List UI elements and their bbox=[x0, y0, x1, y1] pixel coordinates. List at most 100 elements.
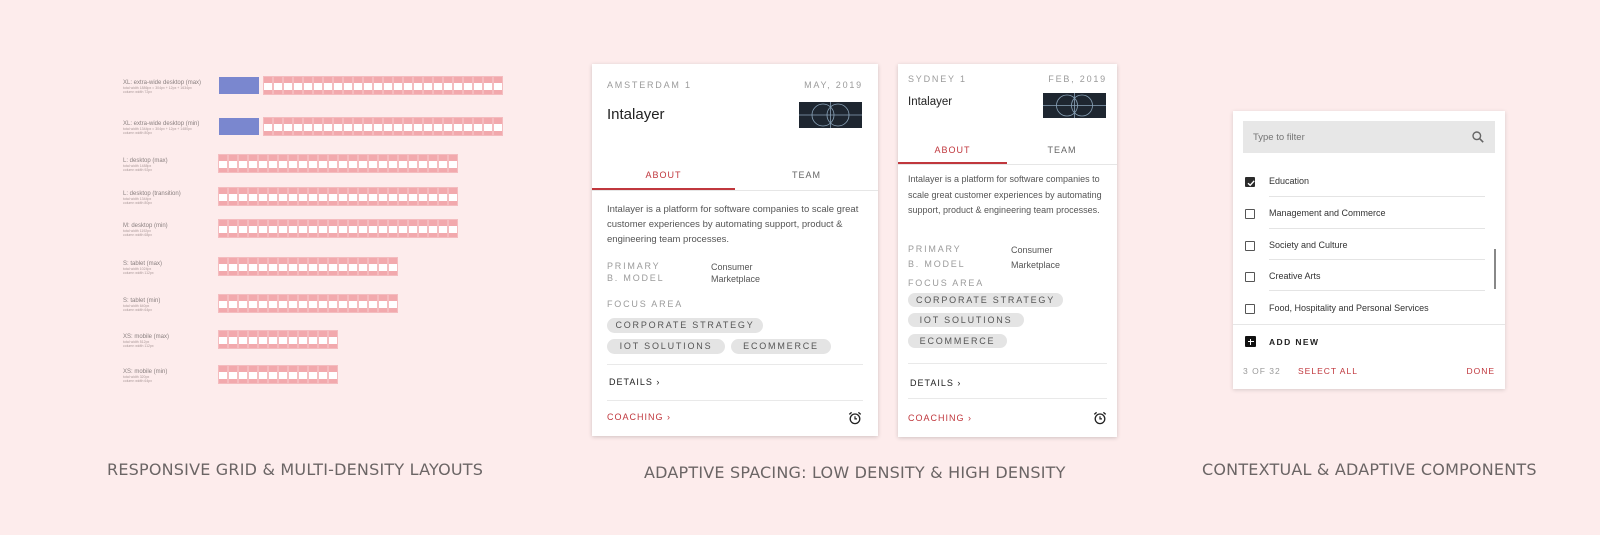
grid-column bbox=[308, 330, 318, 349]
grid-column bbox=[238, 294, 248, 313]
primary-label: PRIMARY B. MODEL bbox=[607, 261, 665, 283]
breakpoint-grid-row bbox=[218, 330, 339, 349]
tab-about[interactable]: ABOUT bbox=[898, 145, 1007, 155]
grid-column bbox=[453, 117, 463, 136]
grid-column bbox=[318, 154, 328, 173]
grid-column bbox=[453, 76, 463, 95]
company-logo bbox=[1043, 93, 1106, 118]
grid-column bbox=[218, 257, 228, 276]
checkbox-checked[interactable] bbox=[1245, 177, 1255, 187]
components-caption: CONTEXTUAL & ADAPTIVE COMPONENTS bbox=[1202, 460, 1537, 479]
grid-column bbox=[228, 154, 238, 173]
grid-column bbox=[308, 219, 318, 238]
grid-column bbox=[428, 187, 438, 206]
grid-caption: RESPONSIVE GRID & MULTI-DENSITY LAYOUTS bbox=[107, 460, 484, 479]
divider bbox=[1269, 290, 1485, 291]
chip-corporate-strategy[interactable]: CORPORATE STRATEGY bbox=[908, 293, 1063, 307]
grid-column bbox=[283, 76, 293, 95]
grid-column bbox=[418, 154, 428, 173]
alarm-clock-icon[interactable] bbox=[1093, 411, 1107, 425]
grid-column bbox=[423, 117, 433, 136]
grid-column bbox=[368, 187, 378, 206]
grid-column bbox=[328, 365, 338, 384]
grid-column bbox=[268, 154, 278, 173]
grid-column bbox=[228, 330, 238, 349]
grid-column bbox=[418, 187, 428, 206]
grid-column bbox=[383, 117, 393, 136]
card-description: Intalayer is a platform for software com… bbox=[908, 174, 1102, 215]
grid-column bbox=[238, 330, 248, 349]
grid-column bbox=[298, 154, 308, 173]
chip-ecommerce[interactable]: ECOMMERCE bbox=[908, 334, 1007, 348]
grid-column bbox=[258, 294, 268, 313]
grid-column bbox=[393, 76, 403, 95]
grid-column bbox=[268, 365, 278, 384]
grid-column bbox=[348, 257, 358, 276]
grid-column bbox=[438, 154, 448, 173]
checkbox[interactable] bbox=[1245, 241, 1255, 251]
breakpoint-label: M: desktop (min) total width 1192px column… bbox=[123, 223, 168, 237]
primary-label: PRIMARY B. MODEL bbox=[908, 244, 966, 269]
tab-about[interactable]: ABOUT bbox=[592, 170, 735, 180]
grid-column bbox=[308, 294, 318, 313]
grid-column bbox=[378, 187, 388, 206]
coaching-link[interactable]: COACHING › bbox=[607, 412, 671, 422]
grid-column bbox=[258, 154, 268, 173]
grid-column bbox=[358, 257, 368, 276]
done-button[interactable]: DONE bbox=[1466, 366, 1495, 376]
grid-column bbox=[353, 76, 363, 95]
tab-divider bbox=[592, 190, 878, 191]
grid-column bbox=[278, 365, 288, 384]
grid-column bbox=[288, 365, 298, 384]
breakpoint-label: S: tablet (max) total width 1024px column … bbox=[123, 261, 162, 275]
filter-search-input[interactable] bbox=[1243, 121, 1473, 153]
search-icon[interactable] bbox=[1471, 130, 1485, 144]
grid-column bbox=[408, 154, 418, 173]
plus-square-icon bbox=[1245, 336, 1256, 347]
grid-column bbox=[343, 76, 353, 95]
grid-column bbox=[273, 117, 283, 136]
filter-option-society-and-culture[interactable]: Society and Culture bbox=[1245, 239, 1485, 255]
filter-option-creative-arts[interactable]: Creative Arts bbox=[1245, 270, 1485, 286]
grid-column bbox=[338, 154, 348, 173]
select-all-button[interactable]: SELECT ALL bbox=[1298, 366, 1358, 376]
grid-column bbox=[363, 117, 373, 136]
grid-column bbox=[263, 76, 273, 95]
details-link[interactable]: DETAILS › bbox=[609, 377, 660, 387]
filter-option-food-hospitality[interactable]: Food, Hospitality and Personal Services bbox=[1245, 302, 1485, 318]
grid-column bbox=[228, 219, 238, 238]
alarm-clock-icon[interactable] bbox=[848, 411, 862, 425]
grid-column bbox=[413, 76, 423, 95]
checkbox[interactable] bbox=[1245, 304, 1255, 314]
chip-corporate-strategy[interactable]: CORPORATE STRATEGY bbox=[607, 318, 763, 333]
breakpoint-label: XS: mobile (min) total width 320px column … bbox=[123, 369, 167, 383]
tab-team[interactable]: TEAM bbox=[1007, 145, 1117, 155]
breakpoint-grid-row bbox=[218, 365, 339, 384]
grid-column bbox=[463, 117, 473, 136]
checkbox[interactable] bbox=[1245, 272, 1255, 282]
grid-column bbox=[318, 365, 328, 384]
filter-option-label: Education bbox=[1269, 176, 1310, 186]
grid-column bbox=[413, 117, 423, 136]
breakpoint-label: L: desktop (max) total width 1488px column… bbox=[123, 158, 168, 172]
filter-option-management-and-commerce[interactable]: Management and Commerce bbox=[1245, 207, 1485, 223]
chip-iot-solutions[interactable]: IOT SOLUTIONS bbox=[607, 339, 725, 354]
grid-column bbox=[288, 257, 298, 276]
grid-column bbox=[443, 117, 453, 136]
grid-column bbox=[448, 154, 458, 173]
list-scrollbar[interactable] bbox=[1494, 249, 1496, 289]
breakpoint-grid-row bbox=[219, 76, 504, 95]
chip-iot-solutions[interactable]: IOT SOLUTIONS bbox=[908, 313, 1024, 327]
checkbox[interactable] bbox=[1245, 209, 1255, 219]
coaching-link[interactable]: COACHING › bbox=[908, 413, 972, 423]
filter-search-box[interactable] bbox=[1243, 121, 1495, 153]
breakpoint-grid-row bbox=[219, 117, 504, 136]
filter-option-education[interactable]: Education bbox=[1245, 175, 1485, 191]
details-link[interactable]: DETAILS › bbox=[910, 378, 961, 388]
tab-team[interactable]: TEAM bbox=[735, 170, 878, 180]
grid-column bbox=[288, 187, 298, 206]
filter-option-label: Society and Culture bbox=[1269, 240, 1348, 250]
breakpoint-grid-row bbox=[218, 154, 459, 173]
grid-column bbox=[228, 294, 238, 313]
chip-ecommerce[interactable]: ECOMMERCE bbox=[731, 339, 831, 354]
